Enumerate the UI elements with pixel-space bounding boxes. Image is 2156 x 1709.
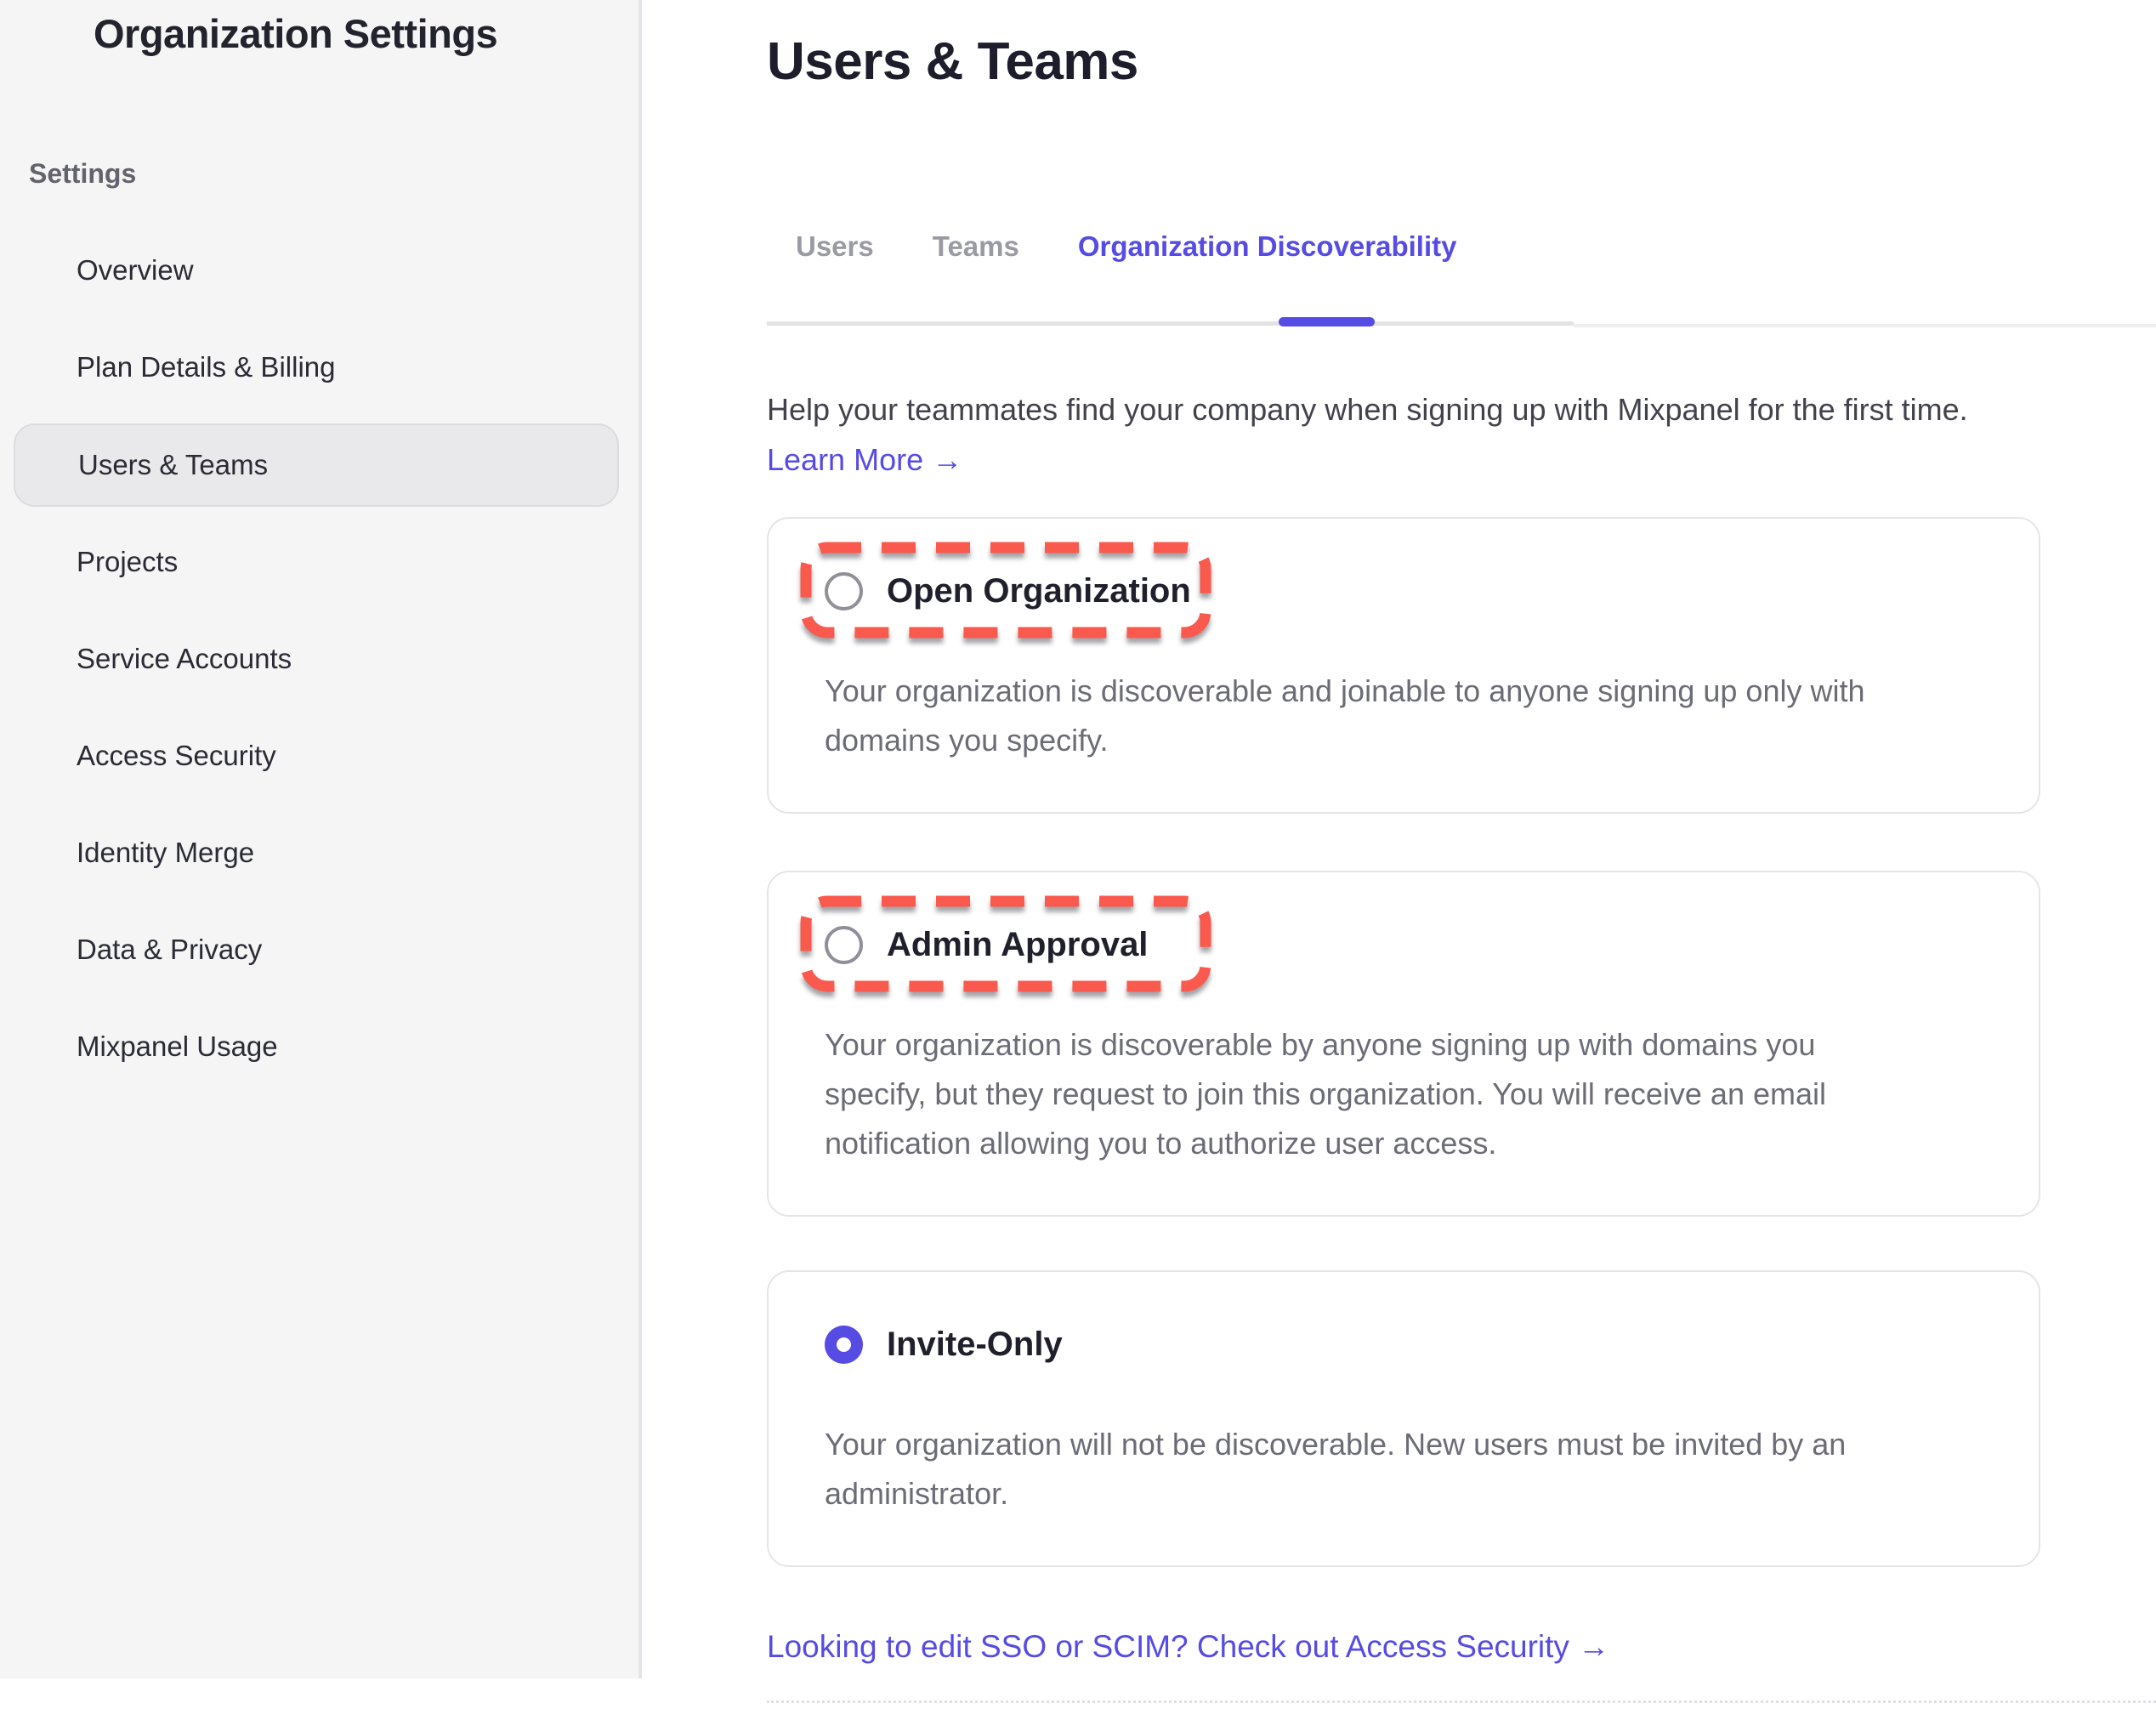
tab-teams[interactable]: Teams <box>933 230 1019 264</box>
sidebar-item-overview[interactable]: Overview <box>14 229 619 312</box>
radio-invite-only[interactable] <box>825 1326 863 1364</box>
page-divider <box>1574 324 2156 327</box>
tab-organization-discoverability[interactable]: Organization Discoverability <box>1078 230 1457 264</box>
learn-more-label: Learn More <box>767 442 923 477</box>
tab-users[interactable]: Users <box>796 230 874 264</box>
option-description-open-organization: Your organization is discoverable and jo… <box>825 667 1921 765</box>
access-security-link-label: Looking to edit SSO or SCIM? Check out A… <box>767 1629 1569 1664</box>
sidebar-item-plan-details-billing[interactable]: Plan Details & Billing <box>14 326 619 409</box>
arrow-right-icon: → <box>1578 1629 1609 1664</box>
arrow-right-icon: → <box>932 442 962 477</box>
radio-open-organization[interactable] <box>825 572 863 610</box>
option-description-admin-approval: Your organization is discoverable by any… <box>825 1020 1921 1168</box>
tab-bar: Users Teams Organization Discoverability <box>767 230 2040 337</box>
option-label-open-organization[interactable]: Open Organization <box>887 572 1191 610</box>
sidebar-item-users-teams[interactable]: Users & Teams <box>14 423 619 507</box>
main-panel: Users & Teams Users Teams Organization D… <box>645 0 2156 1678</box>
sidebar-item-data-privacy[interactable]: Data & Privacy <box>14 908 619 991</box>
sidebar-item-projects[interactable]: Projects <box>14 520 619 604</box>
option-card-open-organization: Open Organization Your organization is d… <box>767 517 2040 814</box>
intro-text: Help your teammates find your company wh… <box>767 389 2040 429</box>
sidebar-item-mixpanel-usage[interactable]: Mixpanel Usage <box>14 1005 619 1088</box>
sidebar-title: Organization Settings <box>94 9 497 60</box>
tabs-divider <box>767 321 1574 326</box>
option-card-admin-approval: Admin Approval Your organization is disc… <box>767 871 2040 1217</box>
page-title: Users & Teams <box>767 31 2040 94</box>
sidebar: Organization Settings Settings Overview … <box>0 0 642 1678</box>
radio-admin-approval[interactable] <box>825 926 863 964</box>
sidebar-item-identity-merge[interactable]: Identity Merge <box>14 811 619 894</box>
option-label-admin-approval[interactable]: Admin Approval <box>887 926 1148 964</box>
sidebar-item-access-security[interactable]: Access Security <box>14 714 619 798</box>
sidebar-item-service-accounts[interactable]: Service Accounts <box>14 617 619 701</box>
active-tab-indicator <box>1279 317 1375 326</box>
sidebar-section-label: Settings <box>29 158 136 190</box>
access-security-link[interactable]: Looking to edit SSO or SCIM? Check out A… <box>767 1627 1609 1666</box>
bottom-dotted-divider <box>767 1700 2156 1703</box>
option-label-invite-only[interactable]: Invite-Only <box>887 1326 1063 1364</box>
option-description-invite-only: Your organization will not be discoverab… <box>825 1420 1921 1519</box>
option-card-invite-only: Invite-Only Your organization will not b… <box>767 1270 2040 1567</box>
learn-more-link[interactable]: Learn More → <box>767 440 962 480</box>
